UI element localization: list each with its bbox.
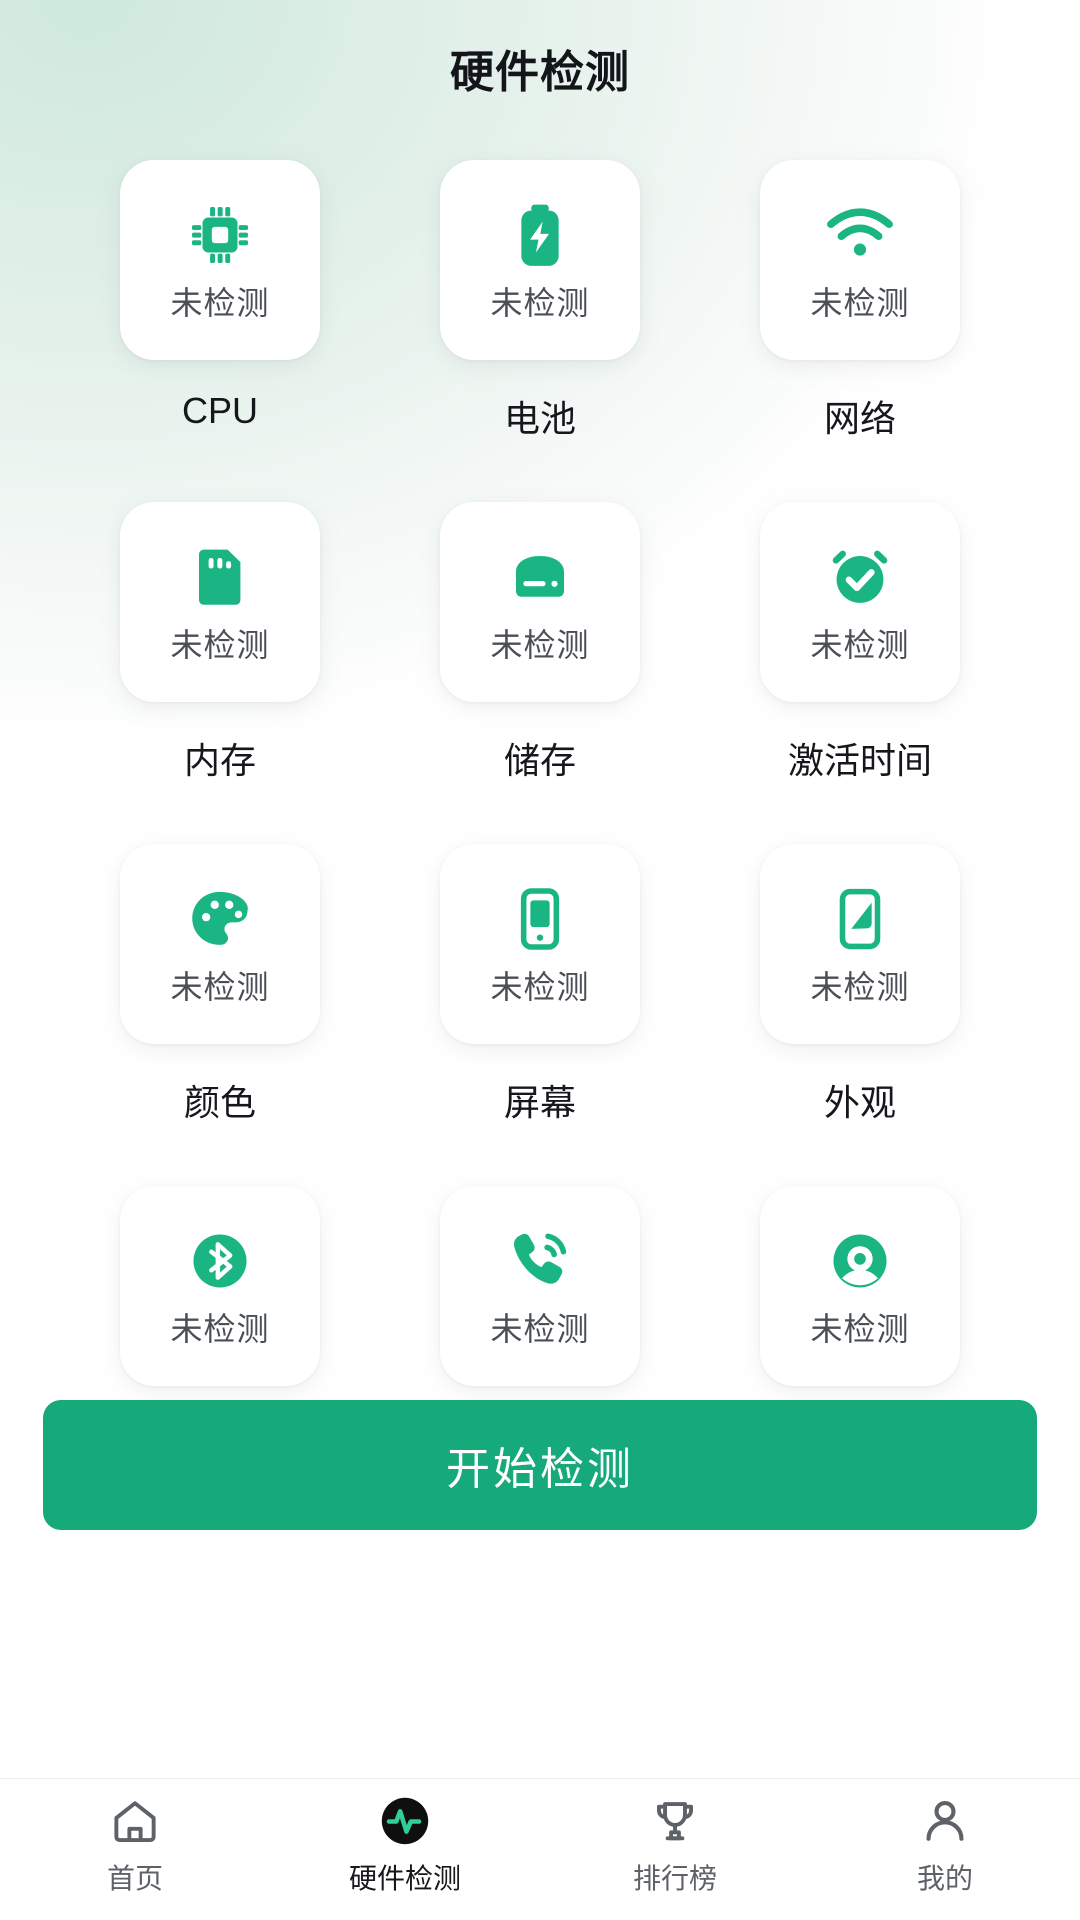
hardware-status: 未检测 <box>170 962 269 1008</box>
hardware-card[interactable]: 未检测 <box>120 160 320 360</box>
tab-profile[interactable]: 我的 <box>810 1793 1080 1897</box>
app-screen: 硬件检测 <box>0 0 1080 1920</box>
hardware-status: 未检测 <box>490 620 589 666</box>
palette-icon <box>183 880 257 958</box>
tab-home[interactable]: 首页 <box>0 1793 270 1897</box>
hardware-card[interactable]: 未检测 <box>120 1186 320 1386</box>
hardware-item-battery[interactable]: 未检测 电池 <box>380 160 700 442</box>
phone-call-icon <box>503 1222 577 1300</box>
battery-icon <box>505 196 575 274</box>
hardware-card[interactable]: 未检测 <box>440 844 640 1044</box>
hardware-label: 颜色 <box>184 1074 256 1126</box>
hardware-status: 未检测 <box>810 962 909 1008</box>
start-detection-button[interactable]: 开始检测 <box>43 1400 1037 1530</box>
hardware-card[interactable]: 未检测 <box>440 502 640 702</box>
hardware-card[interactable]: 未检测 <box>760 844 960 1044</box>
clock-check-icon <box>823 538 897 616</box>
hardware-label: 屏幕 <box>504 1074 576 1126</box>
appearance-icon <box>825 880 895 958</box>
hardware-label: 外观 <box>824 1074 896 1126</box>
hardware-item-memory[interactable]: 未检测 内存 <box>60 502 380 784</box>
hardware-item-network[interactable]: 未检测 网络 <box>700 160 1020 442</box>
hardware-status: 未检测 <box>490 1304 589 1350</box>
hardware-item-storage[interactable]: 未检测 储存 <box>380 502 700 784</box>
tab-ranking[interactable]: 排行榜 <box>540 1793 810 1897</box>
hardware-status: 未检测 <box>170 620 269 666</box>
hardware-item-screen[interactable]: 未检测 屏幕 <box>380 844 700 1126</box>
camera-icon <box>823 1222 897 1300</box>
hard-drive-icon <box>503 538 577 616</box>
tab-label: 硬件检测 <box>349 1857 461 1897</box>
hardware-card[interactable]: 未检测 <box>120 844 320 1044</box>
page-title: 硬件检测 <box>0 36 1080 100</box>
tab-label: 我的 <box>917 1857 973 1897</box>
hardware-card[interactable]: 未检测 <box>760 1186 960 1386</box>
hardware-label: 储存 <box>504 732 576 784</box>
hardware-status: 未检测 <box>810 278 909 324</box>
hardware-status: 未检测 <box>810 620 909 666</box>
wifi-icon <box>822 196 898 274</box>
home-icon <box>109 1793 161 1849</box>
person-icon <box>919 1793 971 1849</box>
hardware-item-appearance[interactable]: 未检测 外观 <box>700 844 1020 1126</box>
hardware-card[interactable]: 未检测 <box>120 502 320 702</box>
hardware-label: CPU <box>182 390 258 432</box>
hardware-card[interactable]: 未检测 <box>440 1186 640 1386</box>
hardware-status: 未检测 <box>490 962 589 1008</box>
pulse-icon <box>376 1793 434 1849</box>
hardware-item-cpu[interactable]: 未检测 CPU <box>60 160 380 442</box>
hardware-status: 未检测 <box>490 278 589 324</box>
hardware-label: 电池 <box>504 390 576 442</box>
tab-label: 首页 <box>107 1857 163 1897</box>
cpu-icon <box>185 196 255 274</box>
bottom-tab-bar: 首页 硬件检测 排行榜 <box>0 1778 1080 1920</box>
phone-screen-icon <box>505 880 575 958</box>
hardware-status: 未检测 <box>170 278 269 324</box>
hardware-test-grid: 未检测 CPU 未检测 电池 <box>60 160 1020 1468</box>
hardware-label: 网络 <box>824 390 896 442</box>
hardware-label: 内存 <box>184 732 256 784</box>
hardware-item-activation-time[interactable]: 未检测 激活时间 <box>700 502 1020 784</box>
hardware-card[interactable]: 未检测 <box>760 160 960 360</box>
hardware-card[interactable]: 未检测 <box>760 502 960 702</box>
hardware-item-color[interactable]: 未检测 颜色 <box>60 844 380 1126</box>
hardware-card[interactable]: 未检测 <box>440 160 640 360</box>
trophy-icon <box>649 1793 701 1849</box>
hardware-status: 未检测 <box>170 1304 269 1350</box>
bluetooth-icon <box>183 1222 257 1300</box>
tab-hardware-test[interactable]: 硬件检测 <box>270 1793 540 1897</box>
hardware-label: 激活时间 <box>788 732 932 784</box>
hardware-status: 未检测 <box>810 1304 909 1350</box>
tab-label: 排行榜 <box>633 1857 717 1897</box>
memory-card-icon <box>185 538 255 616</box>
